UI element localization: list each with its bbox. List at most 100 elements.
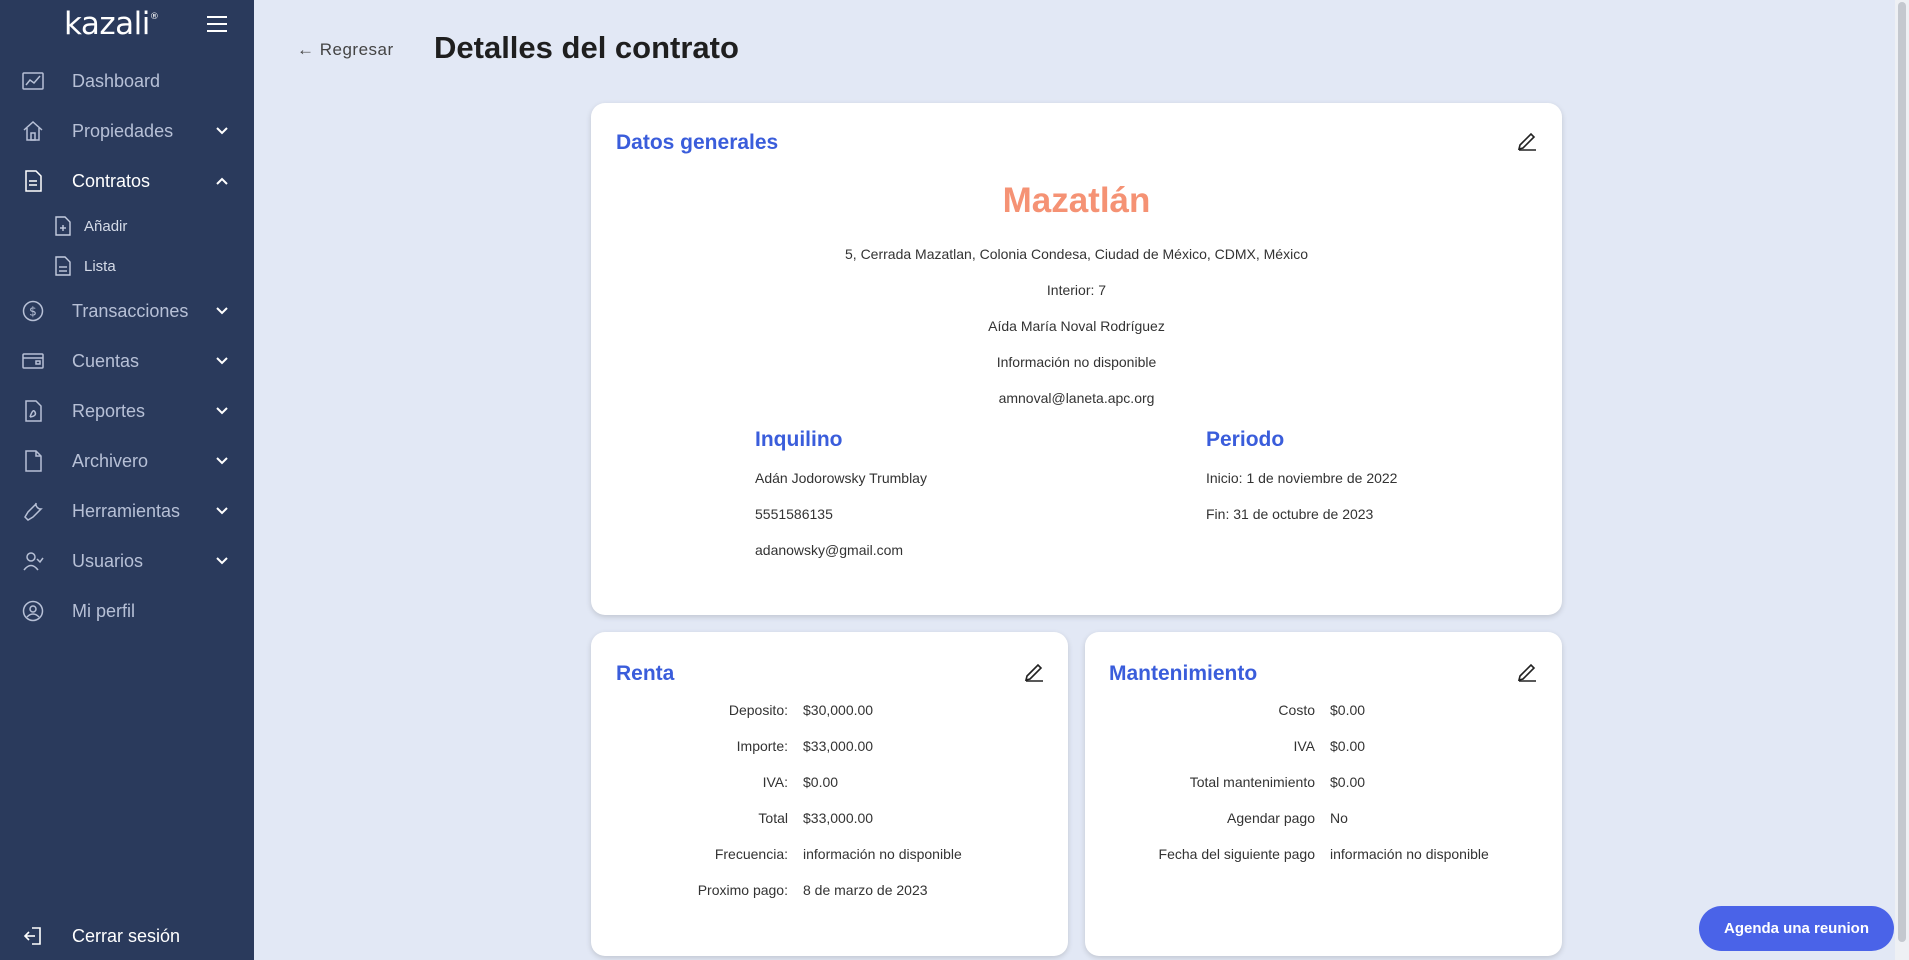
sidebar-item-label: Transacciones: [72, 300, 189, 321]
chevron-down-icon: [216, 507, 228, 515]
rent-card: Renta Deposito: $30,000.00 Importe: $33,…: [591, 632, 1068, 956]
sidebar: kazali® Dashboard Propiedades Contratos …: [0, 0, 254, 960]
chevron-down-icon: [216, 127, 228, 135]
tenant-phone: 5551586135: [755, 506, 833, 522]
rent-total-value: $33,000.00: [803, 810, 874, 826]
sidebar-item-archivero[interactable]: Archivero: [0, 441, 254, 481]
maintenance-card: Mantenimiento Costo $0.00 IVA $0.00 Tota…: [1085, 632, 1562, 956]
period-end: Fin: 31 de octubre de 2023: [1206, 506, 1374, 522]
tenant-title: Inquilino: [755, 428, 843, 451]
users-icon: [22, 550, 44, 572]
general-data-card: Datos generales Mazatlán 5, Cerrada Maza…: [591, 103, 1562, 615]
maint-next-date-value: información no disponible: [1330, 846, 1489, 862]
chevron-down-icon: [216, 307, 228, 315]
sidebar-item-cuentas[interactable]: Cuentas: [0, 341, 254, 381]
file-icon: [22, 450, 44, 472]
home-icon: [22, 120, 44, 142]
chevron-up-icon: [216, 177, 228, 185]
maint-total-value: $0.00: [1330, 774, 1366, 790]
owner-email: amnoval@laneta.apc.org: [998, 390, 1155, 406]
rent-amount-value: $33,000.00: [803, 738, 874, 754]
wrench-icon: [22, 500, 44, 522]
sidebar-subitem-label: Lista: [84, 257, 116, 275]
edit-pencil-icon[interactable]: [1516, 660, 1538, 682]
sidebar-item-contratos[interactable]: Contratos: [0, 161, 254, 201]
sidebar-item-reportes[interactable]: Reportes: [0, 391, 254, 431]
edit-pencil-icon[interactable]: [1023, 660, 1045, 682]
edit-pencil-icon[interactable]: [1516, 129, 1538, 151]
sidebar-item-label: Propiedades: [72, 120, 174, 141]
property-interior: Interior: 7: [1046, 282, 1107, 298]
sidebar-item-label: Reportes: [72, 400, 146, 421]
logout-button[interactable]: Cerrar sesión: [0, 916, 254, 956]
rent-next-payment-label: Proximo pago:: [697, 882, 788, 898]
logout-label: Cerrar sesión: [72, 925, 181, 946]
maint-iva-value: $0.00: [1330, 738, 1366, 754]
sidebar-header: kazali®: [0, 0, 254, 52]
card-title: Datos generales: [616, 131, 779, 154]
sidebar-subitem-lista[interactable]: Lista: [0, 250, 254, 282]
sidebar-item-herramientas[interactable]: Herramientas: [0, 491, 254, 531]
rent-frequency-label: Frecuencia:: [714, 846, 788, 862]
rent-deposit-label: Deposito:: [728, 702, 788, 718]
chevron-down-icon: [216, 457, 228, 465]
file-list-icon: [55, 256, 71, 276]
kazali-logo[interactable]: kazali®: [64, 6, 159, 42]
wallet-icon: [22, 350, 44, 372]
document-icon: [22, 170, 44, 192]
card-title: Renta: [616, 662, 675, 685]
page-scrollbar[interactable]: [1895, 0, 1909, 960]
sidebar-item-transacciones[interactable]: $ Transacciones: [0, 291, 254, 331]
rent-iva-label: IVA:: [762, 774, 788, 790]
rent-next-payment-value: 8 de marzo de 2023: [803, 882, 928, 898]
scrollbar-thumb[interactable]: [1898, 2, 1906, 942]
pdf-file-icon: [22, 400, 44, 422]
sidebar-item-propiedades[interactable]: Propiedades: [0, 111, 254, 151]
owner-phone: Información no disponible: [996, 354, 1157, 370]
maint-cost-value: $0.00: [1330, 702, 1366, 718]
sidebar-item-label: Mi perfil: [72, 600, 136, 621]
period-title: Periodo: [1206, 428, 1285, 451]
sidebar-subitem-label: Añadir: [84, 217, 128, 235]
maint-iva-label: IVA: [1293, 738, 1315, 754]
chart-line-icon: [22, 70, 44, 92]
hamburger-menu-icon[interactable]: [207, 16, 227, 32]
period-start: Inicio: 1 de noviembre de 2022: [1206, 470, 1398, 486]
tenant-name: Adán Jodorowsky Trumblay: [755, 470, 927, 486]
property-address: 5, Cerrada Mazatlan, Colonia Condesa, Ci…: [845, 246, 1308, 262]
sidebar-item-label: Dashboard: [72, 70, 161, 91]
maint-total-label: Total mantenimiento: [1189, 774, 1315, 790]
user-circle-icon: [22, 600, 44, 622]
rent-total-label: Total: [758, 810, 788, 826]
sidebar-item-dashboard[interactable]: Dashboard: [0, 61, 254, 101]
card-title: Mantenimiento: [1109, 662, 1258, 685]
logo-mark: ®: [149, 12, 159, 22]
rent-deposit-value: $30,000.00: [803, 702, 874, 718]
maint-next-date-label: Fecha del siguiente pago: [1158, 846, 1315, 862]
schedule-meeting-button[interactable]: Agenda una reunion: [1699, 906, 1894, 951]
maint-schedule-label: Agendar pago: [1227, 810, 1315, 826]
file-add-icon: [55, 216, 71, 236]
sidebar-item-label: Cuentas: [72, 350, 140, 371]
maint-schedule-value: No: [1330, 810, 1348, 826]
chevron-down-icon: [216, 357, 228, 365]
maint-cost-label: Costo: [1278, 702, 1315, 718]
sidebar-item-label: Contratos: [72, 170, 151, 191]
sidebar-item-label: Archivero: [72, 450, 149, 471]
sidebar-item-label: Usuarios: [72, 550, 144, 571]
back-link[interactable]: ← Regresar: [297, 40, 394, 60]
chevron-down-icon: [216, 407, 228, 415]
owner-name: Aída María Noval Rodríguez: [988, 318, 1165, 334]
sidebar-item-label: Herramientas: [72, 500, 181, 521]
rent-frequency-value: información no disponible: [803, 846, 962, 862]
sidebar-item-usuarios[interactable]: Usuarios: [0, 541, 254, 581]
dollar-circle-icon: $: [22, 300, 44, 322]
tenant-email: adanowsky@gmail.com: [755, 542, 904, 558]
rent-amount-label: Importe:: [736, 738, 788, 754]
svg-text:$: $: [29, 305, 37, 319]
rent-iva-value: $0.00: [803, 774, 839, 790]
sidebar-item-mi-perfil[interactable]: Mi perfil: [0, 591, 254, 631]
sidebar-subitem-anadir[interactable]: Añadir: [0, 210, 254, 242]
logout-icon: [22, 925, 44, 947]
property-name: Mazatlán: [1002, 181, 1151, 220]
